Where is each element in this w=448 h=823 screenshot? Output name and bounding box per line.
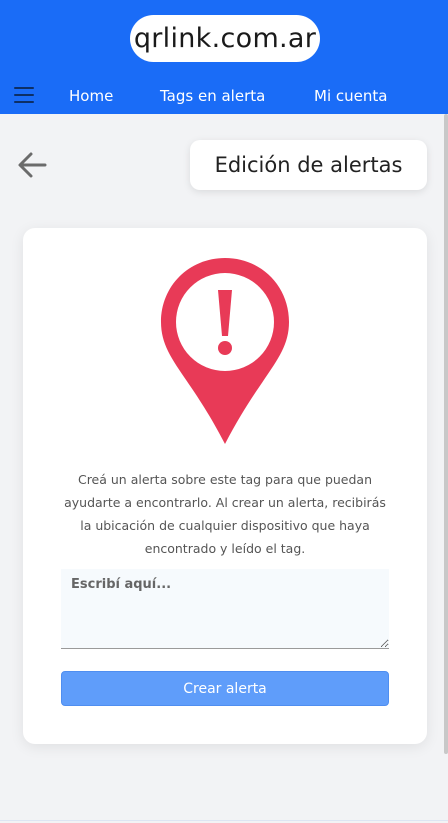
top-header: qrlink.com.ar Home Tags en alerta Mi cue… [0, 0, 448, 114]
nav-tags-en-alerta[interactable]: Tags en alerta [160, 86, 265, 106]
alert-message-input[interactable] [61, 569, 389, 649]
arrow-left-icon[interactable] [16, 150, 48, 180]
alert-card: Creá un alerta sobre este tag para que p… [23, 228, 427, 744]
nav-home[interactable]: Home [69, 86, 113, 106]
divider [0, 820, 448, 821]
nav-mi-cuenta[interactable]: Mi cuenta [314, 86, 387, 106]
map-pin-exclamation-icon [161, 258, 289, 444]
alert-description: Creá un alerta sobre este tag para que p… [64, 472, 386, 556]
page-scrollbar[interactable] [444, 114, 448, 754]
create-alert-button[interactable]: Crear alerta [61, 671, 389, 706]
hamburger-menu-icon[interactable] [14, 87, 34, 103]
page-title: Edición de alertas [190, 140, 427, 190]
site-logo[interactable]: qrlink.com.ar [130, 15, 320, 62]
